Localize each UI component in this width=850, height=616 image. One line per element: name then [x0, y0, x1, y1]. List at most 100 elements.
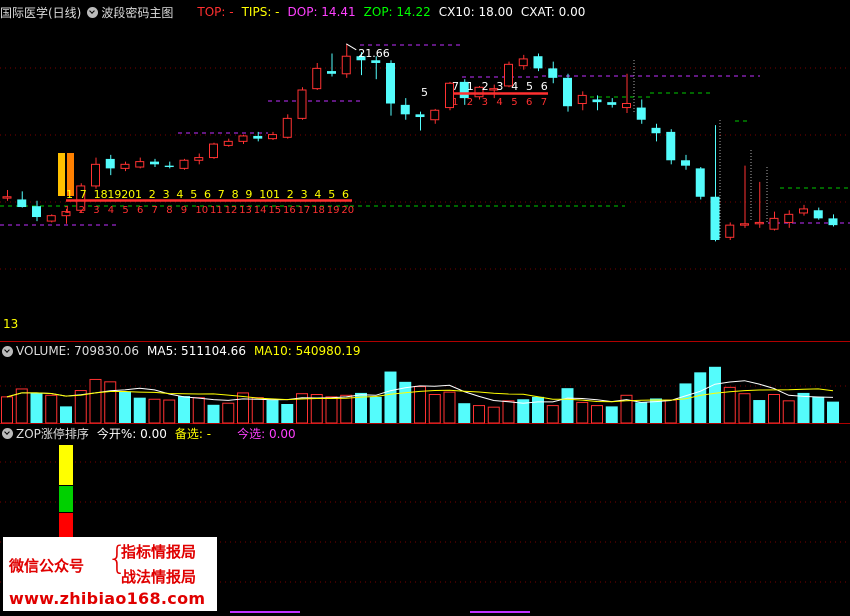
- candle-body: [164, 165, 174, 168]
- candle-body: [769, 217, 779, 230]
- count-label-top: 9: [245, 188, 252, 201]
- volume-bar: [163, 399, 176, 424]
- stock-name[interactable]: 国际医学(日线): [0, 4, 81, 21]
- volume-bar: [369, 396, 382, 423]
- candle-body: [681, 160, 690, 166]
- open-pct-value: 今开%: 0.00: [96, 426, 167, 441]
- volume-bar: [546, 405, 559, 424]
- count2-label-top: 3: [496, 80, 503, 93]
- candle-body: [386, 62, 395, 104]
- volume-bar: [532, 396, 544, 423]
- volume-bar: [281, 404, 294, 423]
- count-label-bottom: 18: [312, 205, 325, 216]
- candle-body: [592, 99, 602, 103]
- ma10-value: MA10: 540980.19: [253, 344, 361, 358]
- watermark-url: www.zhibiao168.com: [9, 589, 206, 608]
- count-label-bottom: 6: [137, 205, 143, 216]
- volume-bar: [827, 401, 839, 423]
- count-label-top: 5: [328, 188, 335, 201]
- candle: [209, 142, 218, 159]
- candle: [430, 108, 440, 124]
- count-label-top: 3: [163, 188, 170, 201]
- candle: [386, 60, 395, 116]
- volume-bar: [325, 396, 338, 424]
- candle: [327, 53, 336, 77]
- candle: [769, 211, 779, 231]
- count2-label-bottom: 5: [511, 97, 517, 108]
- volume-bar: [340, 394, 353, 424]
- chevron-down-icon[interactable]: [2, 427, 13, 439]
- chevron-down-icon[interactable]: [2, 345, 13, 357]
- candle-body: [622, 103, 631, 109]
- chevron-down-icon[interactable]: [87, 6, 99, 18]
- volume-bar: [576, 401, 589, 424]
- candle-body: [120, 163, 130, 169]
- candle-body: [400, 104, 410, 115]
- candle-body: [17, 199, 27, 208]
- top-value: TOP: -: [197, 5, 234, 19]
- candle-body: [91, 163, 100, 187]
- count-label-top: 2: [287, 188, 294, 201]
- candle: [297, 87, 307, 120]
- zop-value: ZOP: 14.22: [363, 5, 431, 19]
- candle-body: [533, 56, 543, 69]
- candle-body: [46, 215, 56, 222]
- candle-body: [430, 109, 440, 121]
- candle-body: [607, 102, 617, 105]
- candle-body: [223, 140, 233, 146]
- kline-chart[interactable]: 21.661 7 18 19 20 1 2 3 4 5 6 7 8 9 10 1 2 3 4 5 61 2 3 4 5 6 7 8 9 1…: [0, 0, 850, 616]
- indicator-name[interactable]: 波段密码主图: [101, 4, 173, 21]
- count-label-bottom: 19: [327, 205, 340, 216]
- signal-bar: [58, 153, 65, 196]
- watermark-right-1: 指标情报局: [121, 543, 197, 561]
- candle: [179, 158, 189, 170]
- candle-body: [209, 143, 218, 159]
- candle: [607, 98, 617, 108]
- candle-body: [32, 206, 41, 218]
- volume-panel-header: VOLUME: 709830.06 MA5: 511104.66 MA10: 5…: [0, 343, 369, 359]
- candle: [681, 154, 690, 170]
- volume-bar: [384, 371, 397, 423]
- zop-rank-title[interactable]: ZOP涨停排序: [16, 425, 89, 442]
- watermark-right-2: 战法情报局: [121, 568, 197, 586]
- dop-value: DOP: 14.41: [287, 5, 356, 19]
- candle-body: [341, 55, 351, 75]
- candle-body: [813, 210, 823, 219]
- count2-label-bottom: 7: [541, 97, 547, 108]
- candle-body: [179, 159, 189, 169]
- candle-body: [710, 196, 720, 240]
- count-label-bottom: 1: [64, 205, 70, 216]
- candle: [282, 114, 292, 139]
- candle: [268, 131, 277, 140]
- candle-body: [577, 94, 587, 105]
- volume-bar: [222, 402, 235, 424]
- volume-bar: [45, 394, 58, 424]
- candle: [563, 73, 572, 112]
- count-label-top: 6: [342, 188, 349, 201]
- candle-body: [2, 196, 12, 199]
- candle-body: [135, 161, 145, 168]
- volume-value: VOLUME: 709830.06: [16, 344, 139, 358]
- mark-label: 5: [421, 86, 428, 99]
- candle: [135, 157, 145, 169]
- candle-body: [327, 71, 336, 74]
- volume-bar: [635, 402, 648, 423]
- count-label-bottom: 7: [152, 205, 158, 216]
- volume-bar: [768, 394, 780, 424]
- count2-label-top: 4: [511, 80, 518, 93]
- candle: [740, 165, 749, 228]
- volume-bar: [119, 391, 131, 423]
- candle: [238, 134, 248, 145]
- volume-bar: [694, 372, 707, 423]
- count-label-bottom: 4: [108, 205, 114, 216]
- count2-label-top: 5: [526, 80, 533, 93]
- candle-body: [725, 224, 735, 238]
- count-label-bottom: 12: [225, 205, 238, 216]
- volume-bar: [89, 378, 102, 424]
- count-label-bottom: 3: [93, 205, 99, 216]
- count-label-top: 1: [273, 188, 280, 201]
- zop-block-green: [59, 486, 73, 512]
- volume-bar: [738, 393, 751, 424]
- candle: [194, 153, 204, 165]
- candle: [577, 91, 587, 111]
